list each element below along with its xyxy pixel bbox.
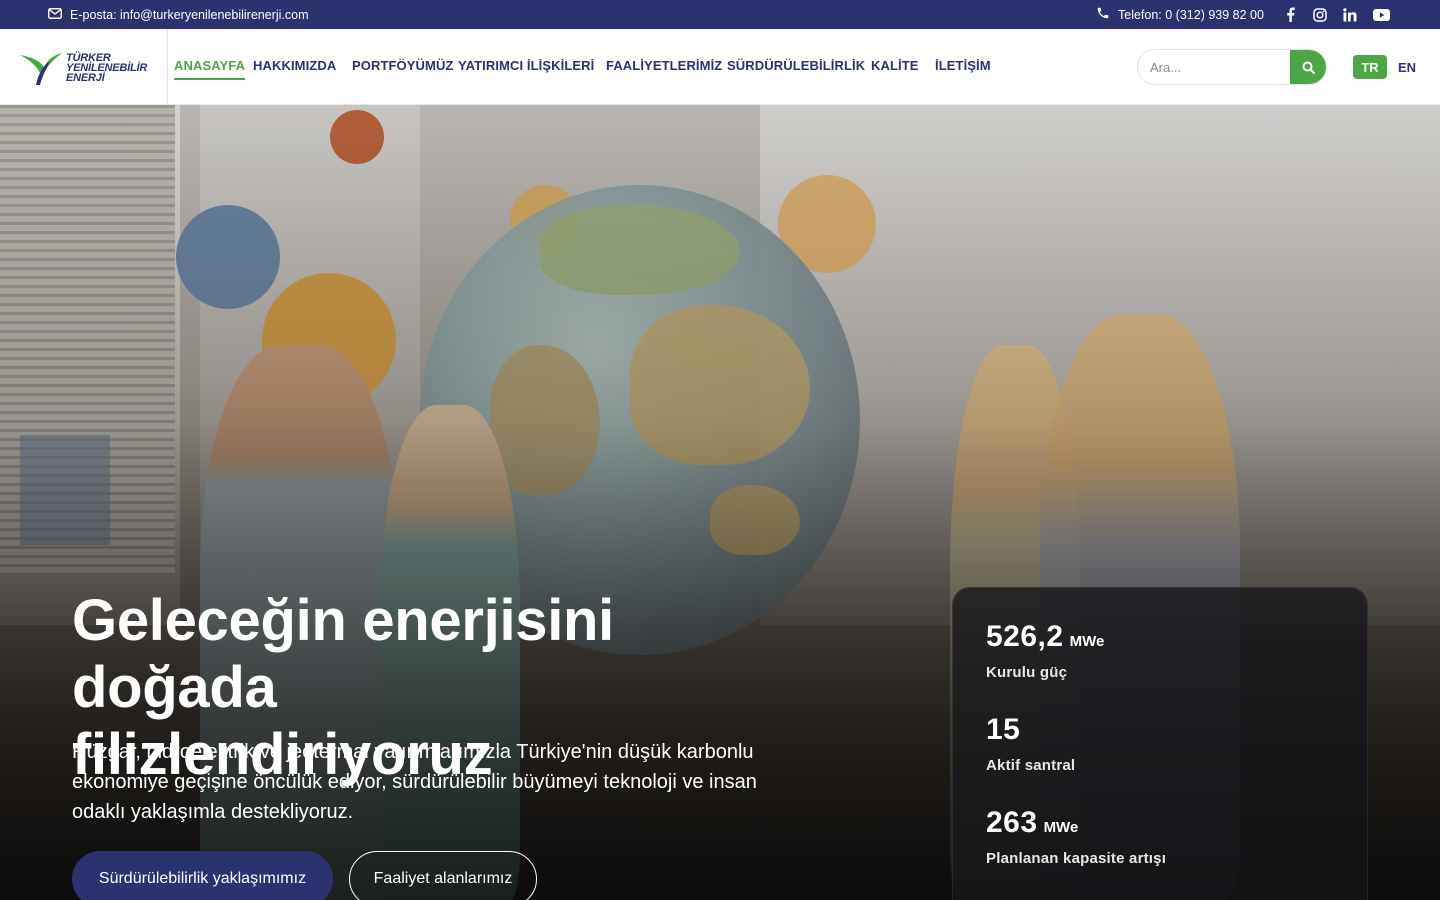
youtube-icon[interactable] — [1372, 7, 1390, 23]
stats-card: 526,2 MWe Kurulu güç 15 Aktif santral 263… — [952, 587, 1368, 900]
activity-areas-button[interactable]: Faaliyet alanlarımız — [349, 851, 537, 900]
main-header: TÜRKER YENİLENEBİLİR ENERJİ ANASAYFA HAK… — [0, 29, 1440, 105]
stat-value: 526,2 — [986, 620, 1064, 653]
top-bar: E-posta: info@turkeryenilenebilirenerji.… — [0, 0, 1440, 29]
stat-active-plants: 15 Aktif santral — [986, 713, 1075, 774]
social-links — [1282, 0, 1390, 29]
nav-item-hakkimizda[interactable]: HAKKIMIZDA — [253, 58, 336, 73]
hero-subtitle-line-1: Rüzgar, hidroelektrik ve jeotermal yatır… — [72, 741, 754, 763]
stat-value: 15 — [986, 713, 1021, 746]
linkedin-icon[interactable] — [1342, 7, 1358, 23]
hero-section: Geleceğin enerjisini doğada filizlendiri… — [0, 105, 1440, 900]
search-icon — [1302, 61, 1315, 74]
language-tr-button[interactable]: TR — [1353, 55, 1387, 79]
nav-item-portfoyumuz[interactable]: PORTFÖYÜMÜZ — [352, 58, 453, 73]
hero-subtitle-line-2: ekonomiye geçişine öncülük ediyor, sürdü… — [72, 771, 757, 793]
hero-title-line-1: Geleceğin enerjisini doğada — [72, 588, 614, 720]
search-button[interactable] — [1290, 50, 1326, 84]
instagram-icon[interactable] — [1312, 7, 1328, 23]
envelope-icon — [48, 7, 62, 22]
hero-subtitle: Rüzgar, hidroelektrik ve jeotermal yatır… — [72, 737, 792, 827]
stat-unit: MWe — [1043, 819, 1079, 836]
logo-wordmark: TÜRKER YENİLENEBİLİR ENERJİ — [66, 53, 147, 84]
site-logo[interactable]: TÜRKER YENİLENEBİLİR ENERJİ — [18, 47, 158, 89]
nav-item-kalite[interactable]: KALİTE — [871, 58, 919, 73]
search-box — [1137, 49, 1327, 85]
stat-installed-power: 526,2 MWe Kurulu güç — [986, 620, 1104, 681]
stat-unit: MWe — [1069, 633, 1105, 650]
language-en-button[interactable]: EN — [1394, 55, 1420, 79]
stat-label: Planlanan kapasite artışı — [986, 850, 1167, 867]
sustainability-approach-button[interactable]: Sürdürülebilirlik yaklaşımımız — [72, 851, 333, 900]
nav-item-anasayfa[interactable]: ANASAYFA — [174, 58, 246, 80]
logo-mark-icon — [20, 53, 62, 85]
phone-text: Telefon: 0 (312) 939 82 00 — [1118, 7, 1264, 22]
stat-label: Kurulu güç — [986, 664, 1068, 681]
header-divider — [167, 29, 168, 105]
email-text: E-posta: info@turkeryenilenebilirenerji.… — [70, 7, 309, 22]
nav-item-yatirimci-iliskileri[interactable]: YATIRIMCI İLİŞKİLERİ — [458, 58, 594, 73]
hero-subtitle-line-3: odaklı yaklaşımla destekliyoruz. — [72, 801, 354, 823]
nav-item-faaliyetlerimiz[interactable]: FAALİYETLERİMİZ — [606, 58, 722, 73]
logo-line-3: ENERJİ — [66, 72, 105, 84]
stat-planned-capacity: 263 MWe Planlanan kapasite artışı — [986, 806, 1166, 867]
stat-label: Aktif santral — [986, 757, 1076, 774]
nav-item-surdurulebilirlik[interactable]: SÜRDÜRÜLEBİLİRLİK — [727, 58, 865, 73]
contact-email[interactable]: E-posta: info@turkeryenilenebilirenerji.… — [48, 0, 309, 29]
phone-icon — [1096, 6, 1110, 23]
stat-value: 263 — [986, 806, 1038, 839]
contact-phone[interactable]: Telefon: 0 (312) 939 82 00 — [1096, 0, 1264, 29]
search-input[interactable] — [1138, 50, 1290, 84]
facebook-icon[interactable] — [1282, 7, 1298, 23]
nav-item-iletisim[interactable]: İLETİŞİM — [935, 58, 991, 73]
